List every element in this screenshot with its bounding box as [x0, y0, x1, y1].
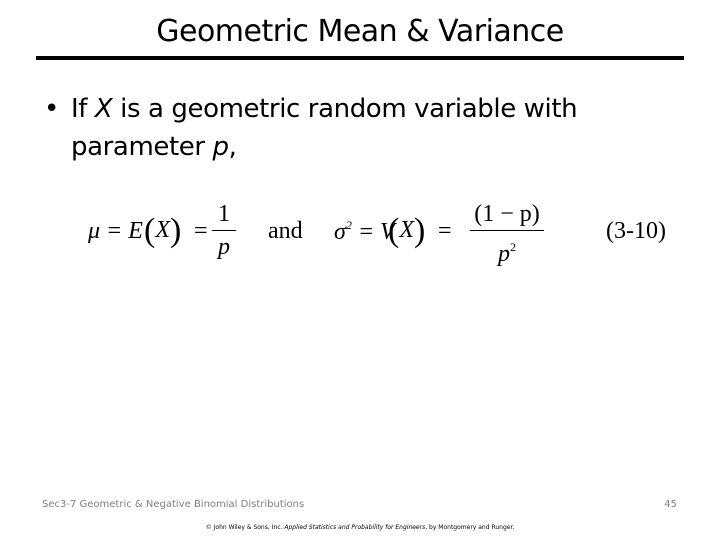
bullet-text: If X is a geometric random variable with… [44, 90, 684, 166]
mean-arg: X [155, 217, 170, 243]
variance-den-exp: 2 [510, 240, 516, 254]
mean-lhs: μ = E [88, 218, 143, 244]
connector-and: and [268, 218, 303, 244]
variance-paren-expr: (X) [388, 212, 426, 249]
copyright-notice: © John Wiley & Sons, Inc. Applied Statis… [0, 524, 720, 531]
mean-fraction: 1 p [212, 200, 236, 261]
bullet-middle: is a geometric random variable with para… [71, 94, 578, 162]
fraction-bar [470, 230, 544, 231]
variance-arg: X [399, 217, 414, 243]
mean-equals: = [194, 218, 208, 244]
page-number: 45 [664, 499, 677, 510]
variance-den-p: p [498, 241, 510, 267]
copyright-prefix: © John Wiley & Sons, Inc. [205, 524, 285, 531]
variance-equals: = [438, 218, 452, 244]
bullet-icon: • [44, 94, 59, 124]
formula-equation: μ = E (X) = 1 p and σ2 = V (X) = (1 − p)… [88, 200, 688, 272]
variable-p: p [212, 132, 230, 162]
footer-section: Sec3-7 Geometric & Negative Binomial Dis… [42, 499, 305, 510]
title-underline [36, 56, 684, 60]
fraction-bar [212, 230, 236, 231]
mean-numerator: 1 [218, 201, 230, 227]
mean-paren-expr: (X) [144, 212, 182, 249]
bullet-suffix: , [228, 132, 237, 162]
equation-number: (3-10) [606, 218, 666, 244]
bullet-prefix: If [71, 94, 95, 124]
copyright-book-title: Applied Statistics and Probability for E… [284, 524, 426, 531]
variance-denominator: p2 [470, 233, 544, 268]
variance-lhs: σ2 = V [334, 218, 395, 246]
variance-fraction: (1 − p) p2 [470, 200, 544, 268]
slide-title: Geometric Mean & Variance [156, 14, 564, 49]
sigma-symbol: σ [334, 219, 346, 245]
variable-x: X [94, 94, 113, 124]
bullet-point: • If X is a geometric random variable wi… [44, 90, 684, 166]
mean-denominator: p [218, 234, 230, 260]
variance-numerator: (1 − p) [474, 201, 540, 227]
copyright-suffix: , by Montgomery and Runger. [425, 524, 515, 531]
